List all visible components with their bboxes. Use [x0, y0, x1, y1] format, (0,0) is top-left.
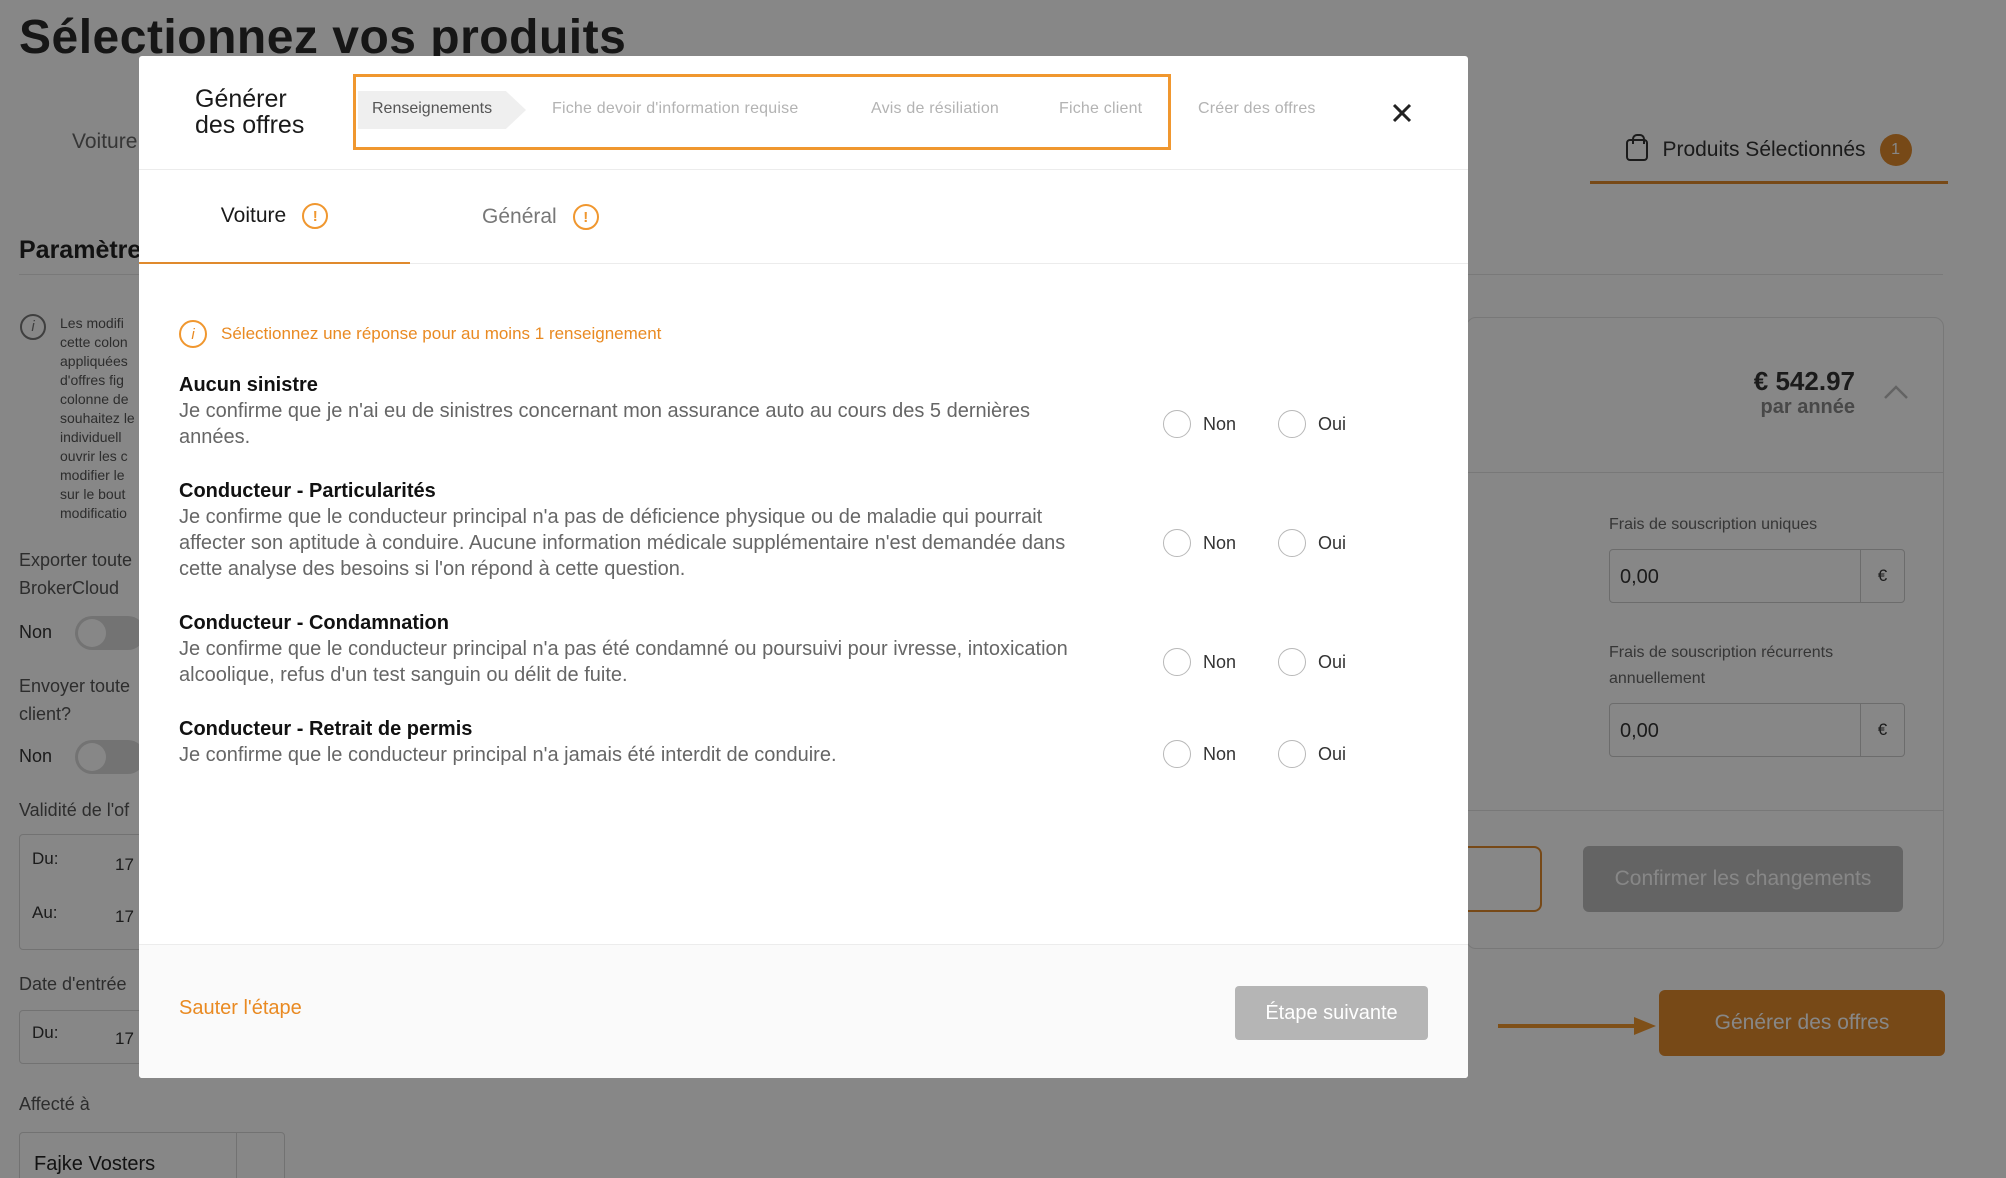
- info-icon: i: [179, 320, 207, 348]
- radio-non-q1[interactable]: Non: [1163, 410, 1236, 438]
- tab-voiture-label: Voiture: [220, 204, 287, 227]
- question-retrait-permis: Conducteur - Retrait de permis Je confir…: [179, 716, 1179, 768]
- modal-title: Générer des offres: [195, 86, 304, 138]
- next-step-button[interactable]: Étape suivante: [1235, 986, 1428, 1040]
- radio-circle[interactable]: [1278, 648, 1306, 676]
- modal-footer: Sauter l'étape Étape suivante: [139, 944, 1468, 1078]
- question-title: Aucun sinistre: [179, 374, 318, 396]
- radio-label: Oui: [1318, 413, 1347, 434]
- question-description: Je confirme que je n'ai eu de sinistres …: [179, 400, 1030, 448]
- radio-non-q2[interactable]: Non: [1163, 529, 1236, 557]
- modal-tabs: Voiture ! Général !: [139, 170, 1468, 264]
- question-description: Je confirme que le conducteur principal …: [179, 638, 1068, 686]
- question-description: Je confirme que le conducteur principal …: [179, 744, 837, 766]
- notice-message: i Sélectionnez une réponse pour au moins…: [179, 320, 661, 348]
- radio-circle[interactable]: [1278, 740, 1306, 768]
- question-description: Je confirme que le conducteur principal …: [179, 506, 1066, 580]
- step-avis-resiliation[interactable]: Avis de résiliation: [871, 100, 999, 118]
- question-aucun-sinistre: Aucun sinistre Je confirme que je n'ai e…: [179, 372, 1179, 450]
- notice-text: Sélectionnez une réponse pour au moins 1…: [221, 324, 662, 343]
- radio-oui-q1[interactable]: Oui: [1278, 410, 1346, 438]
- close-icon[interactable]: [1387, 98, 1417, 128]
- radio-label: Oui: [1318, 532, 1347, 553]
- modal-title-line2: des offres: [195, 111, 305, 139]
- step-fiche-client[interactable]: Fiche client: [1059, 100, 1142, 118]
- warning-icon: !: [302, 203, 329, 229]
- radio-circle[interactable]: [1163, 529, 1191, 557]
- tab-general-label: Général: [482, 205, 557, 228]
- radio-circle[interactable]: [1278, 410, 1306, 438]
- radio-label: Oui: [1318, 743, 1347, 764]
- question-condamnation: Conducteur - Condamnation Je confirme qu…: [179, 610, 1179, 688]
- modal-header: Générer des offres Renseignements Fiche …: [139, 56, 1468, 170]
- step-label: Renseignements: [372, 100, 493, 117]
- radio-circle[interactable]: [1163, 410, 1191, 438]
- generate-offers-modal: Générer des offres Renseignements Fiche …: [139, 56, 1468, 1078]
- question-title: Conducteur - Condamnation: [179, 612, 449, 634]
- question-title: Conducteur - Retrait de permis: [179, 718, 473, 740]
- radio-non-q4[interactable]: Non: [1163, 740, 1236, 768]
- radio-circle[interactable]: [1278, 529, 1306, 557]
- tab-general[interactable]: Général !: [482, 170, 599, 264]
- warning-icon: !: [572, 204, 599, 230]
- radio-label: Non: [1203, 743, 1237, 764]
- modal-title-line1: Générer: [195, 85, 287, 113]
- radio-oui-q3[interactable]: Oui: [1278, 648, 1346, 676]
- skip-step-link[interactable]: Sauter l'étape: [179, 997, 302, 1020]
- step-renseignements[interactable]: Renseignements: [358, 91, 526, 129]
- radio-circle[interactable]: [1163, 740, 1191, 768]
- step-fiche-devoir[interactable]: Fiche devoir d'information requise: [552, 100, 798, 118]
- radio-label: Oui: [1318, 651, 1347, 672]
- radio-label: Non: [1203, 532, 1237, 553]
- question-particularites: Conducteur - Particularités Je confirme …: [179, 478, 1179, 582]
- radio-non-q3[interactable]: Non: [1163, 648, 1236, 676]
- question-title: Conducteur - Particularités: [179, 480, 436, 502]
- tab-voiture[interactable]: Voiture !: [139, 170, 410, 264]
- radio-oui-q4[interactable]: Oui: [1278, 740, 1346, 768]
- radio-label: Non: [1203, 651, 1237, 672]
- radio-oui-q2[interactable]: Oui: [1278, 529, 1346, 557]
- step-creer-offres[interactable]: Créer des offres: [1198, 100, 1316, 118]
- radio-circle[interactable]: [1163, 648, 1191, 676]
- radio-label: Non: [1203, 413, 1237, 434]
